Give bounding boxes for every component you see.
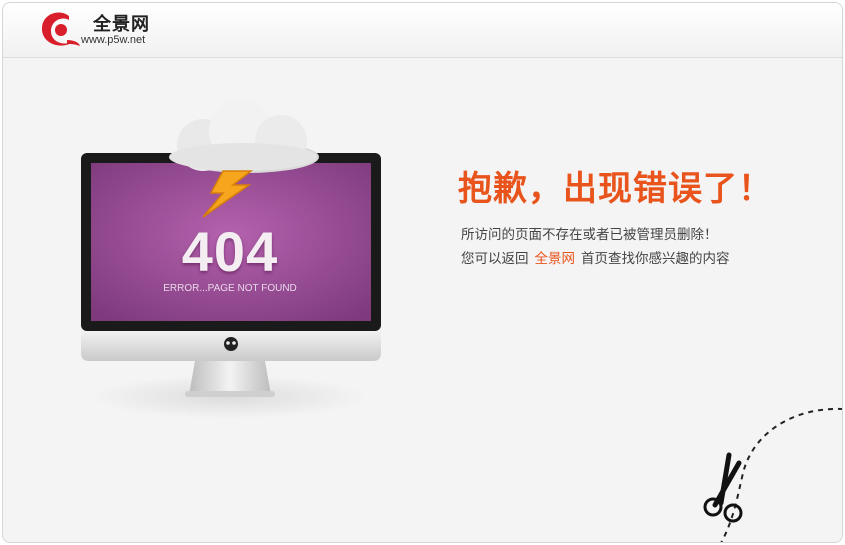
error-subtitle: ERROR...PAGE NOT FOUND <box>163 283 297 294</box>
error-code: 404 <box>181 220 279 283</box>
line2-before: 您可以返回 <box>461 251 529 267</box>
error-title: 抱歉，出现错误了！ <box>458 169 773 209</box>
page-frame: 全景网 www.p5w.net 404 ERROR...PAGE NOT FOU… <box>2 2 843 543</box>
skull-icon <box>224 337 238 351</box>
scissors-icon <box>703 407 842 542</box>
error-message-line2: 您可以返回 全景网 首页查找你感兴趣的内容 <box>461 247 730 267</box>
site-url[interactable]: www.p5w.net <box>81 34 145 46</box>
cloud-icon <box>169 99 319 173</box>
error-message-line1: 所访问的页面不存在或者已被管理员删除！ <box>461 227 718 243</box>
site-name[interactable]: 全景网 <box>93 10 150 36</box>
homepage-link[interactable]: 全景网 <box>535 251 576 267</box>
header: 全景网 www.p5w.net <box>3 3 842 58</box>
p5w-logo-icon[interactable] <box>39 10 81 50</box>
line2-after: 首页查找你感兴趣的内容 <box>581 251 730 267</box>
